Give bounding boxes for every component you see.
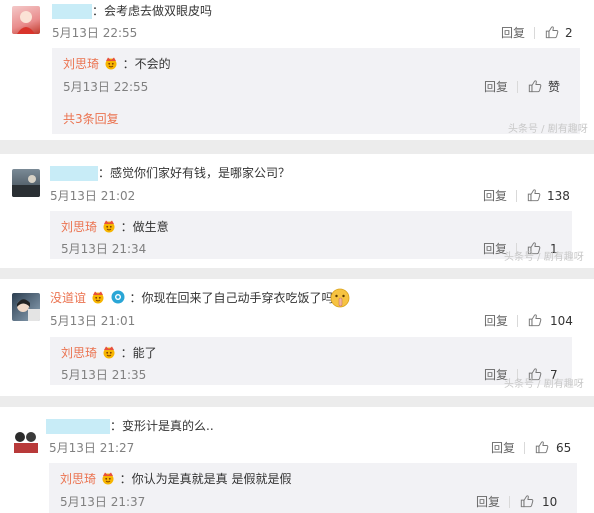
like-count: 赞: [548, 80, 561, 94]
reply-author[interactable]: 刘思琦: [60, 472, 96, 486]
reply-button[interactable]: 回复: [483, 188, 507, 204]
comment-time: 5月13日 22:55: [52, 26, 138, 40]
comment-text: ：变形计是真的么..: [110, 419, 214, 433]
vip-crown-badge-icon: [101, 345, 117, 359]
redacted-username: [52, 4, 92, 19]
reply-time: 5月13日 22:55: [63, 80, 149, 94]
watermark: 头条号 / 剧有趣呀: [508, 124, 588, 135]
reply-line: 刘思琦 ：不会的: [63, 56, 171, 72]
comment-card: ：感觉你们家好有钱，是哪家公司？ 5月13日 21:02 回复 138 刘思琦 …: [0, 154, 594, 268]
reply-box: 刘思琦 ：你认为是真就是真 是假就是假 5月13日 21:37 回复 10: [49, 463, 577, 513]
vip-crown-badge-icon: [103, 56, 119, 70]
reply-text: ：你认为是真就是真 是假就是假: [119, 472, 292, 486]
comment-text: ：感觉你们家好有钱，是哪家公司？: [98, 166, 291, 180]
divider: [509, 496, 510, 508]
reply-author[interactable]: 刘思琦: [63, 57, 99, 71]
divider: [516, 190, 517, 202]
thumbs-up-icon[interactable]: [528, 313, 542, 327]
watermark: 头条号 / 剧有趣呀: [504, 379, 584, 390]
like-count: 10: [542, 495, 558, 509]
reply-line: 刘思琦 ：你认为是真就是真 是假就是假: [60, 471, 292, 487]
thumbs-up-icon[interactable]: [545, 25, 559, 39]
reply-button[interactable]: 回复: [491, 440, 515, 456]
divider: [534, 27, 535, 39]
redacted-username: [50, 166, 98, 181]
divider: [517, 81, 518, 93]
thumbs-up-icon[interactable]: [535, 440, 549, 454]
reply-text: ：不会的: [122, 57, 171, 71]
avatar-image-icon: [17, 299, 40, 321]
reply-box: 刘思琦 ：不会的 5月13日 22:55 回复 赞 共3条回复: [52, 48, 580, 134]
thumbs-up-icon[interactable]: [520, 494, 534, 508]
comment-author[interactable]: 没道谊: [50, 291, 86, 305]
camera-badge-icon: [111, 290, 125, 304]
avatar-image-icon: [17, 11, 35, 34]
comment-line: 没道谊 ：你现在回来了自己动手穿衣吃饭了吗: [50, 290, 334, 306]
redacted-username: [46, 419, 110, 434]
vip-crown-badge-icon: [90, 290, 106, 304]
reply-button[interactable]: 回复: [484, 313, 508, 329]
more-replies-link[interactable]: 共3条回复: [63, 111, 119, 127]
comment-text: ：你现在回来了自己动手穿衣吃饭了吗: [129, 291, 334, 305]
avatar[interactable]: [12, 169, 40, 197]
thumbs-up-icon[interactable]: [528, 79, 542, 93]
comment-text: ：会考虑去做双眼皮吗: [92, 4, 213, 18]
reply-text: ：做生意: [120, 220, 169, 234]
reply-box: 刘思琦 ：能了 5月13日 21:35 回复 7: [50, 337, 572, 385]
reply-line: 刘思琦 ：做生意: [61, 219, 169, 235]
comment-card: 没道谊 ：你现在回来了自己动手穿衣吃饭了吗 5月13日 21:01 回复 104…: [0, 279, 594, 396]
shush-face-emoji-icon: [330, 288, 350, 308]
reply-box: 刘思琦 ：做生意 5月13日 21:34 回复 1: [50, 211, 572, 259]
like-count: 104: [550, 314, 573, 328]
reply-line: 刘思琦 ：能了: [61, 345, 157, 361]
vip-crown-badge-icon: [100, 471, 116, 485]
watermark: 头条号 / 剧有趣呀: [504, 252, 584, 263]
reply-time: 5月13日 21:34: [61, 242, 147, 256]
like-count: 2: [565, 26, 573, 40]
reply-time: 5月13日 21:37: [60, 495, 146, 509]
avatar-image-icon: [14, 432, 38, 453]
avatar[interactable]: [12, 6, 40, 34]
divider: [517, 315, 518, 327]
comment-time: 5月13日 21:02: [50, 189, 136, 203]
reply-author[interactable]: 刘思琦: [61, 346, 97, 360]
comment-time: 5月13日 21:27: [49, 441, 135, 455]
reply-time: 5月13日 21:35: [61, 368, 147, 382]
comment-card: ：变形计是真的么.. 5月13日 21:27 回复 65 刘思琦 ：你认为是真就…: [0, 407, 594, 513]
divider: [524, 442, 525, 454]
avatar[interactable]: [12, 293, 40, 321]
avatar-image-icon: [12, 175, 40, 197]
reply-text: ：能了: [120, 346, 157, 360]
reply-author[interactable]: 刘思琦: [61, 220, 97, 234]
reply-button[interactable]: 回复: [484, 79, 508, 95]
avatar[interactable]: [12, 425, 40, 453]
comment-time: 5月13日 21:01: [50, 314, 136, 328]
thumbs-up-icon[interactable]: [527, 188, 541, 202]
like-count: 65: [556, 441, 572, 455]
reply-button[interactable]: 回复: [476, 494, 500, 510]
vip-crown-badge-icon: [101, 219, 117, 233]
comment-card: ：会考虑去做双眼皮吗 5月13日 22:55 回复 2 刘思琦 ：不会的 5月1…: [0, 0, 594, 140]
like-count: 138: [547, 189, 570, 203]
reply-button[interactable]: 回复: [501, 25, 525, 41]
